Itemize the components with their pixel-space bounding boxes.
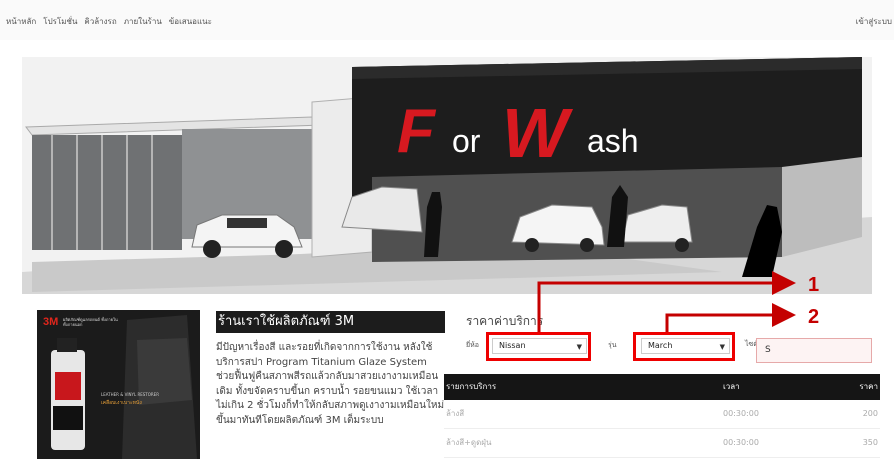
callout-number-1: 1 — [808, 274, 820, 296]
arrow-to-callout-1 — [537, 271, 796, 332]
annotation-arrows — [537, 271, 796, 332]
callout-number-2: 2 — [808, 306, 820, 328]
arrow-to-callout-2 — [665, 303, 796, 332]
